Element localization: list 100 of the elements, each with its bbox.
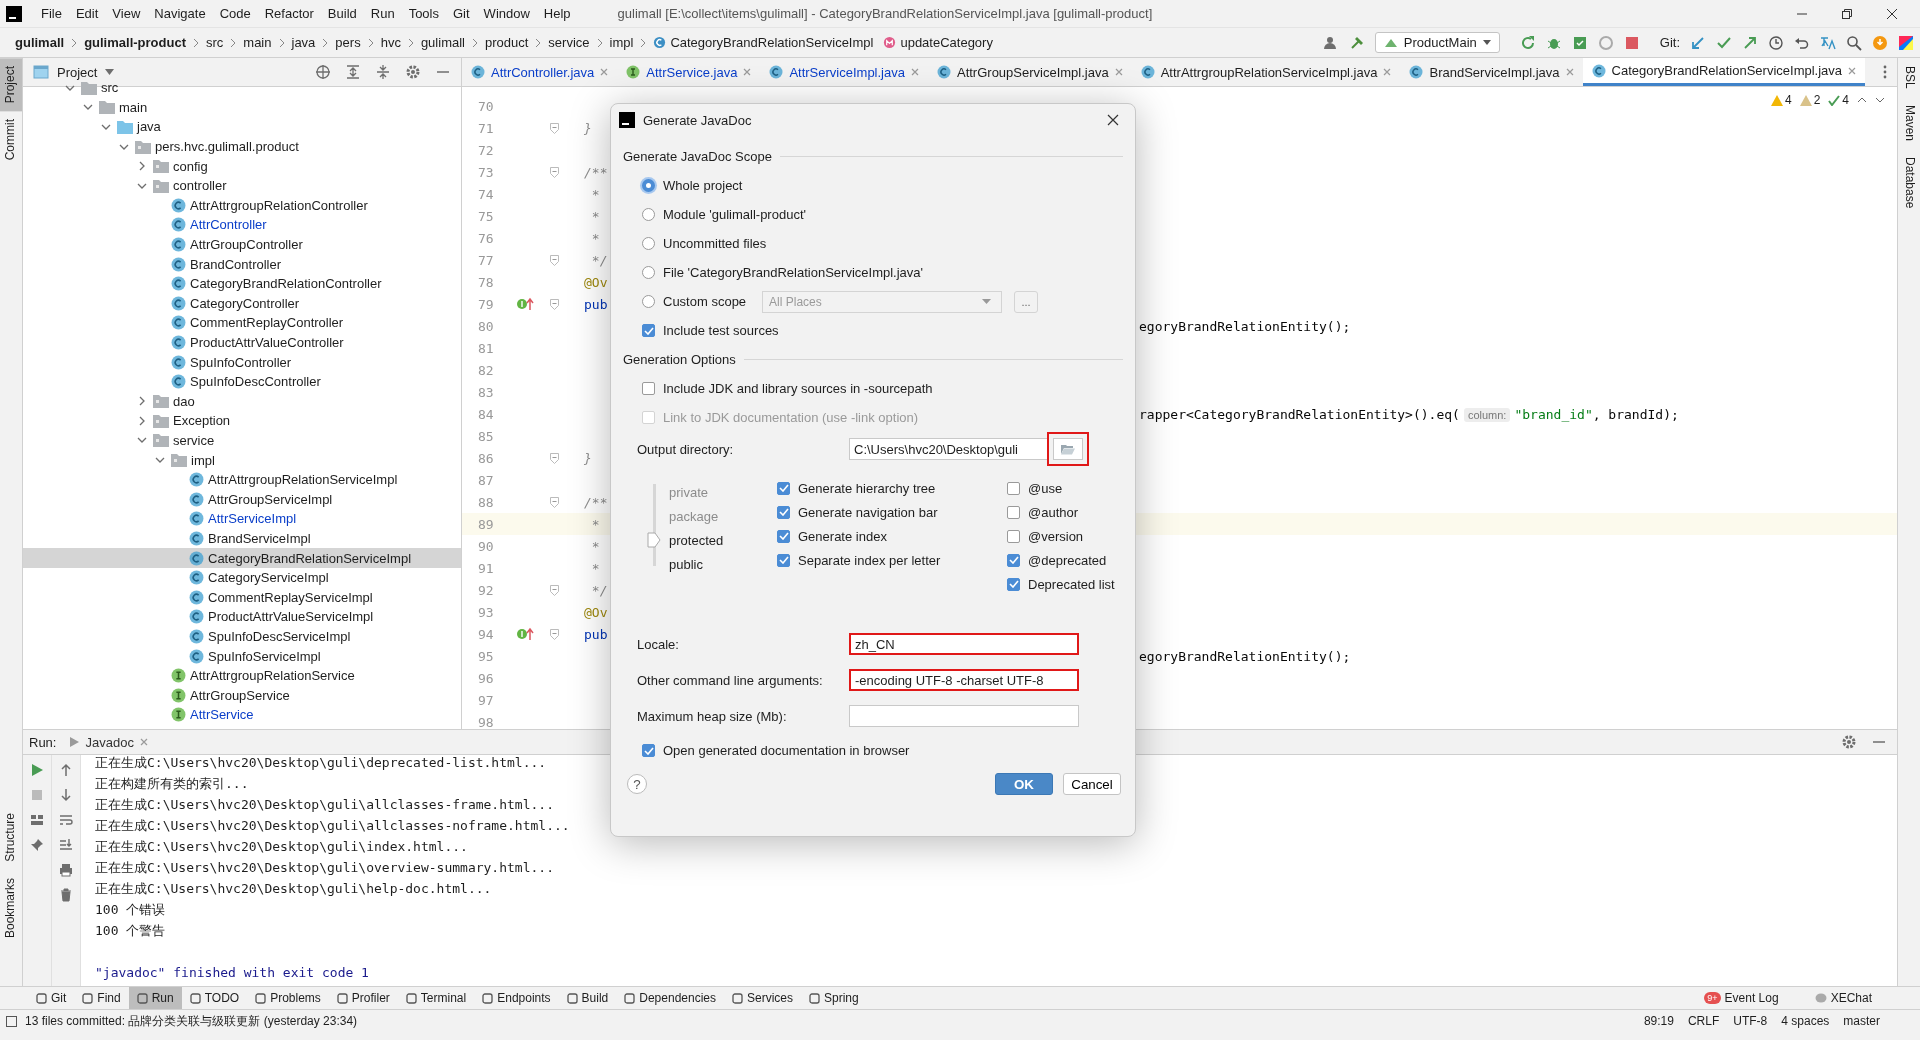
radio-label[interactable]: Module 'gulimall-product': [663, 207, 806, 222]
checkbox-label[interactable]: @use: [1028, 480, 1063, 496]
tree-item[interactable]: SpuInfoDescController: [23, 371, 461, 392]
tree-item[interactable]: pers.hvc.gulimall.product: [23, 136, 461, 157]
tree-item[interactable]: CategoryServiceImpl: [23, 567, 461, 588]
fold-marker-icon[interactable]: [549, 584, 559, 596]
editor-tab[interactable]: AttrGroupServiceImpl.java: [927, 58, 1132, 86]
chevron-up-icon[interactable]: [1857, 97, 1867, 103]
scroll-to-end-icon[interactable]: [59, 838, 73, 852]
menu-item[interactable]: Code: [212, 6, 258, 21]
close-icon[interactable]: [1107, 114, 1119, 126]
checkbox[interactable]: [1007, 577, 1020, 591]
breadcrumb-item[interactable]: CategoryBrandRelationServiceImpl: [648, 35, 879, 50]
run-config-dropdown[interactable]: ProductMain: [1374, 32, 1500, 53]
translate-icon[interactable]: [1820, 34, 1836, 51]
menu-item[interactable]: Run: [363, 6, 402, 21]
tool-window-tab[interactable]: Build: [558, 987, 617, 1009]
slider-thumb[interactable]: [647, 532, 661, 548]
checkbox-label[interactable]: Deprecated list: [1028, 576, 1115, 592]
chevron-right-icon[interactable]: [139, 415, 145, 426]
coverage-icon[interactable]: [1571, 34, 1588, 51]
fold-marker-icon[interactable]: [549, 452, 559, 464]
chevron-down-icon[interactable]: [155, 457, 165, 464]
menu-item[interactable]: Tools: [401, 6, 446, 21]
tree-item[interactable]: AttrServiceImpl: [23, 509, 461, 529]
tool-window-tab[interactable]: Structure: [0, 805, 22, 870]
chevron-right-icon[interactable]: [139, 161, 145, 172]
checkbox-label[interactable]: Include JDK and library sources in -sourcepath: [663, 381, 933, 396]
folder-button[interactable]: [1053, 438, 1083, 460]
tree-item[interactable]: SpuInfoServiceImpl: [23, 646, 461, 666]
tool-window-tab[interactable]: Find: [74, 987, 129, 1009]
breadcrumb-item[interactable]: gulimall: [10, 35, 70, 50]
text-field[interactable]: zh_CN: [849, 633, 1079, 655]
chevron-down-icon[interactable]: [119, 143, 129, 150]
checkbox[interactable]: [777, 505, 790, 519]
radio-button[interactable]: [642, 208, 655, 221]
tool-window-tab[interactable]: 9+ Event Log: [1696, 987, 1787, 1009]
chevron-down-icon[interactable]: [83, 104, 93, 111]
chevron-down-icon[interactable]: [65, 84, 75, 91]
tool-window-tab[interactable]: Git: [28, 987, 75, 1009]
radio-label[interactable]: Uncommitted files: [663, 236, 767, 251]
clock-icon[interactable]: [1768, 34, 1784, 51]
chevron-down-icon[interactable]: [1875, 97, 1885, 103]
checkbox[interactable]: [777, 481, 790, 495]
tool-window-tab[interactable]: Spring: [801, 987, 867, 1009]
tree-item[interactable]: AttrGroupController: [23, 234, 461, 255]
tree-item[interactable]: AttrGroupServiceImpl: [23, 489, 461, 510]
pin-icon[interactable]: [30, 838, 44, 852]
tree-item[interactable]: CommentReplayController: [23, 313, 461, 333]
cancel-button[interactable]: Cancel: [1063, 773, 1121, 795]
breadcrumb-item[interactable]: main: [238, 35, 277, 50]
status-item[interactable]: 4 spaces: [1781, 1014, 1830, 1028]
tool-window-tab[interactable]: Dependencies: [616, 987, 724, 1009]
checkbox[interactable]: [1007, 481, 1020, 495]
tree-item[interactable]: AttrAttrgroupRelationController: [23, 195, 461, 216]
menu-item[interactable]: File: [34, 6, 69, 21]
checkbox[interactable]: [777, 553, 790, 567]
tree-item[interactable]: AttrAttrgroupRelationServiceImpl: [23, 469, 461, 490]
menu-item[interactable]: Edit: [68, 6, 106, 21]
update-arrow-icon[interactable]: [1690, 34, 1706, 51]
tree-item[interactable]: CommentReplayServiceImpl: [23, 587, 461, 608]
locate-icon[interactable]: [315, 64, 331, 80]
soft-wrap-icon[interactable]: [59, 813, 73, 827]
ok-button[interactable]: OK: [995, 773, 1053, 795]
tool-window-tab[interactable]: Terminal: [397, 987, 475, 1009]
tree-item[interactable]: AttrGroupService: [23, 685, 461, 705]
menu-item[interactable]: View: [105, 6, 148, 21]
profiler-icon[interactable]: [1597, 34, 1614, 51]
status-item[interactable]: CRLF: [1687, 1014, 1720, 1028]
push-arrow-icon[interactable]: [1742, 34, 1758, 51]
tree-item[interactable]: AttrController: [23, 215, 461, 235]
menu-item[interactable]: Help: [536, 6, 578, 21]
breadcrumb-item[interactable]: src: [200, 35, 229, 50]
tree-item[interactable]: impl: [23, 450, 461, 470]
tool-window-tab[interactable]: XEChat: [1806, 987, 1880, 1009]
tool-window-tab[interactable]: TODO: [181, 987, 248, 1009]
radio-label[interactable]: File 'CategoryBrandRelationServiceImpl.java': [663, 265, 924, 280]
checkbox[interactable]: [777, 529, 790, 543]
fold-marker-icon[interactable]: [549, 254, 559, 266]
editor-tab[interactable]: AttrService.java: [617, 58, 761, 86]
checkbox[interactable]: [1007, 529, 1020, 543]
tree-item[interactable]: CategoryController: [23, 293, 461, 314]
console-tab[interactable]: Javadoc: [70, 734, 148, 750]
radio-label[interactable]: Custom scope: [663, 294, 747, 309]
tool-window-tab[interactable]: Database: [1898, 148, 1920, 217]
tool-window-tab[interactable]: BSL: [1898, 58, 1920, 97]
output-directory-field[interactable]: C:\Users\hvc20\Desktop\guli: [849, 438, 1049, 460]
radio-label[interactable]: Whole project: [663, 178, 743, 193]
checkbox-label[interactable]: Generate navigation bar: [798, 504, 938, 520]
status-item[interactable]: master: [1843, 1014, 1880, 1028]
override-marker-icon[interactable]: [516, 297, 534, 311]
radio-button[interactable]: [642, 237, 655, 250]
tool-window-tab[interactable]: Project: [0, 58, 22, 112]
checkbox-label[interactable]: @deprecated: [1028, 552, 1107, 568]
checkbox-label[interactable]: Generate index: [798, 528, 887, 544]
checkbox-label[interactable]: Open generated documentation in browser: [663, 743, 910, 758]
breadcrumb-item[interactable]: product: [479, 35, 534, 50]
tree-item[interactable]: BrandController: [23, 254, 461, 274]
editor-tab[interactable]: BrandServiceImpl.java: [1400, 58, 1583, 86]
radio-button[interactable]: [642, 295, 655, 308]
